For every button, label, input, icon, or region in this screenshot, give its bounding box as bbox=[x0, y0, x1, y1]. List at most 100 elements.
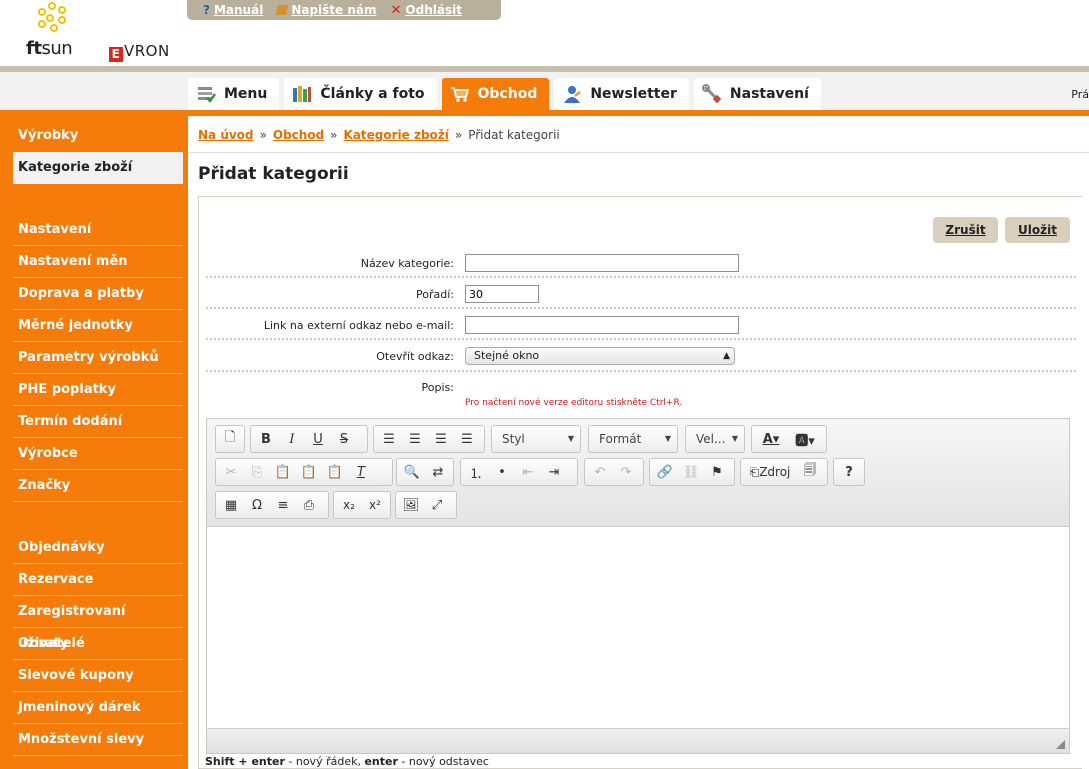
paste-text-icon[interactable]: 📋 bbox=[297, 461, 321, 483]
anchor-flag-icon[interactable]: ⚑ bbox=[705, 461, 729, 483]
redo-icon[interactable]: ↷ bbox=[614, 461, 638, 483]
copy-icon[interactable]: ⎘ bbox=[245, 461, 269, 483]
horizontal-rule-icon[interactable]: ≡ bbox=[271, 494, 295, 516]
menu-icon bbox=[196, 84, 217, 104]
sidebar-item-turnover[interactable]: Obraty bbox=[13, 628, 183, 660]
sidebar-item-delivery-time[interactable]: Termín dodání bbox=[13, 406, 183, 438]
find-icon[interactable]: 🔍 bbox=[400, 461, 424, 483]
ftsun-logo[interactable]: ftsun bbox=[26, 2, 86, 60]
numbered-list-icon[interactable]: ⒈ bbox=[464, 461, 488, 483]
image-icon[interactable]: 🖼 bbox=[399, 494, 423, 516]
strikethrough-icon[interactable]: S bbox=[332, 428, 356, 450]
nav-right-text: Prá bbox=[1071, 88, 1089, 101]
link-icon[interactable]: 🔗 bbox=[653, 461, 677, 483]
undo-icon[interactable]: ↶ bbox=[588, 461, 612, 483]
sidebar-item-shipping[interactable]: Doprava a platby bbox=[13, 278, 183, 310]
breadcrumb-shop[interactable]: Obchod bbox=[273, 128, 324, 142]
help-icon[interactable]: ? bbox=[837, 461, 861, 483]
sidebar-item-currencies[interactable]: Nastavení měn bbox=[13, 246, 183, 278]
sidebar-item-parameters[interactable]: Parametry výrobků bbox=[13, 342, 183, 374]
tab-newsletter[interactable]: Newsletter bbox=[554, 78, 689, 110]
bold-icon[interactable]: B bbox=[254, 428, 278, 450]
align-right-icon[interactable]: ☰ bbox=[429, 428, 453, 450]
logout-link[interactable]: ✕ Odhlásit bbox=[391, 3, 462, 18]
preview-icon[interactable]: 🗐 bbox=[798, 461, 822, 483]
category-name-label: Název kategorie: bbox=[360, 257, 454, 270]
style-dropdown[interactable]: Styl ▼ bbox=[491, 425, 581, 453]
sidebar-item-phe-fees[interactable]: PHE poplatky bbox=[13, 374, 183, 406]
special-char-icon[interactable]: Ω bbox=[245, 494, 269, 516]
tab-settings[interactable]: Nastavení bbox=[693, 78, 821, 110]
replace-icon[interactable]: ⇄ bbox=[426, 461, 450, 483]
external-link-input[interactable] bbox=[465, 316, 739, 334]
indent-icon[interactable]: ⇥ bbox=[542, 461, 566, 483]
breadcrumb-divider bbox=[188, 152, 1089, 153]
text-color-icon[interactable]: A▾ bbox=[755, 428, 787, 450]
category-name-input[interactable] bbox=[465, 254, 739, 272]
wrench-icon bbox=[701, 84, 722, 104]
justify-icon[interactable]: ☰ bbox=[455, 428, 479, 450]
breadcrumb-separator: » bbox=[330, 128, 338, 142]
sidebar-item-categories[interactable]: Kategorie zboží bbox=[13, 152, 183, 184]
breadcrumb-home[interactable]: Na úvod bbox=[198, 128, 254, 142]
sidebar-item-name-day-gift[interactable]: Jmeninový dárek bbox=[13, 692, 183, 724]
save-button[interactable]: Uložit bbox=[1005, 217, 1070, 243]
manual-link[interactable]: ? Manuál bbox=[203, 3, 263, 17]
top-links-bar: ? Manuál Napište nám ✕ Odhlásit bbox=[187, 0, 501, 20]
align-center-icon[interactable]: ☰ bbox=[403, 428, 427, 450]
select-arrows-icon: ▲ bbox=[723, 351, 730, 361]
underline-icon[interactable]: U bbox=[306, 428, 330, 450]
external-link-label: Link na externí odkaz nebo e-mail: bbox=[263, 319, 454, 332]
evron-logo[interactable]: E VRON bbox=[109, 42, 170, 62]
rich-text-editor: 🗋 B I U S ☰ ☰ ☰ ☰ Styl ▼ Formát ▼ Vel... ▼ … bbox=[206, 418, 1070, 754]
sidebar-item-units[interactable]: Měrné jednotky bbox=[13, 310, 183, 342]
size-dropdown[interactable]: Vel... ▼ bbox=[685, 425, 745, 453]
align-left-icon[interactable]: ☰ bbox=[377, 428, 401, 450]
tab-articles[interactable]: Články a foto bbox=[284, 78, 437, 110]
editor-content-area[interactable] bbox=[207, 528, 1069, 728]
format-dropdown[interactable]: Formát ▼ bbox=[588, 425, 678, 453]
background-color-icon[interactable]: 🅰▾ bbox=[789, 428, 821, 450]
cut-icon[interactable]: ✂ bbox=[219, 461, 243, 483]
breadcrumb: Na úvod » Obchod » Kategorie zboží » Při… bbox=[198, 128, 560, 142]
sidebar-item-manufacturer[interactable]: Výrobce bbox=[13, 438, 183, 470]
row-divider bbox=[206, 370, 1076, 372]
sidebar-item-brands[interactable]: Značky bbox=[13, 470, 183, 502]
sidebar-item-coupons[interactable]: Slevové kupony bbox=[13, 660, 183, 692]
breadcrumb-categories[interactable]: Kategorie zboží bbox=[344, 128, 449, 142]
outdent-icon[interactable]: ⇤ bbox=[516, 461, 540, 483]
superscript-icon[interactable]: x² bbox=[363, 494, 387, 516]
sidebar-item-quantity-discounts[interactable]: Množstevní slevy bbox=[13, 724, 183, 756]
user-icon bbox=[562, 84, 582, 104]
source-button[interactable]: ⎗ Zdroj bbox=[744, 461, 796, 483]
ftsun-logo-text: ftsun bbox=[26, 38, 73, 59]
table-icon[interactable]: ▦ bbox=[219, 494, 243, 516]
cancel-button[interactable]: Zrušit bbox=[933, 217, 998, 243]
contact-link[interactable]: Napište nám bbox=[275, 3, 377, 17]
sidebar-item-orders[interactable]: Objednávky bbox=[13, 532, 183, 564]
editor-toolbar: 🗋 B I U S ☰ ☰ ☰ ☰ Styl ▼ Formát ▼ Vel... ▼ … bbox=[207, 419, 1069, 527]
unlink-icon[interactable]: ⛓ bbox=[679, 461, 703, 483]
sidebar-item-reservations[interactable]: Rezervace bbox=[13, 564, 183, 596]
order-input[interactable] bbox=[465, 285, 539, 303]
sidebar-item-registered-users[interactable]: Zaregistrovaní uživatelé bbox=[13, 596, 183, 651]
paste-word-icon[interactable]: 📋 bbox=[323, 461, 347, 483]
tab-menu[interactable]: Menu bbox=[188, 78, 280, 110]
bulleted-list-icon[interactable]: • bbox=[490, 461, 514, 483]
sidebar-item-settings[interactable]: Nastavení bbox=[13, 214, 183, 246]
sidebar-item-products[interactable]: Výrobky bbox=[13, 120, 183, 152]
new-page-icon[interactable]: 🗋 bbox=[219, 428, 241, 450]
maximize-icon[interactable]: ⤢ bbox=[425, 494, 449, 516]
pen-icon bbox=[275, 5, 289, 15]
page-break-icon[interactable]: ⎙ bbox=[297, 494, 321, 516]
resize-handle-icon[interactable] bbox=[1056, 740, 1065, 749]
open-link-select[interactable]: Stejné okno ▲ bbox=[465, 347, 735, 365]
subscript-icon[interactable]: x₂ bbox=[337, 494, 361, 516]
paste-icon[interactable]: 📋 bbox=[271, 461, 295, 483]
close-icon: ✕ bbox=[390, 2, 402, 18]
row-divider bbox=[206, 307, 1076, 309]
remove-format-icon[interactable]: T bbox=[349, 461, 373, 483]
tab-shop[interactable]: Obchod bbox=[441, 78, 550, 110]
italic-icon[interactable]: I bbox=[280, 428, 304, 450]
chevron-down-icon: ▼ bbox=[664, 434, 671, 443]
